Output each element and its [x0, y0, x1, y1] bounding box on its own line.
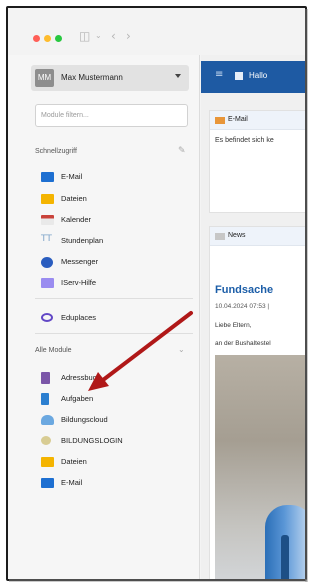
sidebar-item-bildungslogin[interactable]: BILDUNGSLOGIN: [41, 434, 191, 448]
help-icon: [41, 278, 54, 288]
user-selector[interactable]: MM Max Mustermann: [31, 65, 189, 91]
window-titlebar: ◫ ⌄ ‹ ›: [8, 8, 305, 55]
news-icon: [215, 233, 225, 240]
screenshot-frame: ◫ ⌄ ‹ › MM Max Mustermann Module filtern…: [6, 6, 307, 581]
addressbook-icon: [41, 372, 50, 384]
avatar: MM: [35, 69, 54, 87]
folder-icon: [41, 194, 54, 204]
news-line: an der Bushaltestel: [215, 340, 271, 347]
home-icon[interactable]: [235, 72, 243, 80]
all-modules-title: Alle Module: [35, 347, 72, 354]
module-filter-input[interactable]: Module filtern...: [35, 104, 188, 127]
news-line: Liebe Eltern,: [215, 322, 252, 329]
sidebar-item-eduplaces[interactable]: Eduplaces: [41, 311, 191, 325]
sidebar-toggle-icon[interactable]: ◫: [79, 29, 90, 43]
caret-down-icon: [175, 74, 181, 78]
divider: [35, 298, 193, 299]
news-widget-header: News: [210, 227, 305, 246]
mail-icon: [41, 478, 54, 488]
timetable-icon: TT: [41, 234, 52, 244]
news-date: 10.04.2024 07:53 |: [215, 303, 270, 310]
email-widget: E-Mail Es befindet sich ke: [209, 110, 305, 213]
menu-icon[interactable]: ≡: [215, 69, 223, 80]
sidebar-item-help[interactable]: IServ-Hilfe: [41, 276, 191, 290]
sidebar-item-email-module[interactable]: E-Mail: [41, 476, 191, 490]
sidebar-item-files-module[interactable]: Dateien: [41, 455, 191, 469]
news-photo: [215, 355, 305, 579]
mail-icon: [215, 117, 225, 124]
sidebar-item-email[interactable]: E-Mail: [41, 170, 191, 184]
tasks-icon: [41, 393, 49, 405]
news-widget: News Fundsache 10.04.2024 07:53 | Liebe …: [209, 226, 305, 579]
quick-access-title: Schnellzugriff: [35, 148, 77, 155]
sidebar-item-bildungscloud[interactable]: Bildungscloud: [41, 413, 191, 427]
login-icon: [41, 436, 51, 445]
email-widget-title: E-Mail: [228, 116, 248, 123]
sidebar: MM Max Mustermann Module filtern... Schn…: [8, 55, 200, 579]
close-window-button[interactable]: [33, 35, 40, 42]
eduplaces-icon: [41, 313, 53, 322]
sidebar-item-messenger[interactable]: Messenger: [41, 255, 191, 269]
edit-icon[interactable]: ✎: [178, 146, 186, 156]
user-name: Max Mustermann: [61, 73, 123, 82]
main-content: ≡ Hallo E-Mail Es befindet sich ke News …: [201, 55, 305, 579]
top-navigation: ≡ Hallo: [201, 61, 305, 93]
maximize-window-button[interactable]: [55, 35, 62, 42]
sidebar-item-addressbook[interactable]: Adressbuch: [41, 371, 191, 385]
sidebar-item-tasks[interactable]: Aufgaben: [41, 392, 191, 406]
sidebar-item-calendar[interactable]: Kalender: [41, 213, 191, 227]
bottle-shape: [281, 535, 289, 579]
cloud-icon: [41, 415, 54, 425]
chevron-down-icon[interactable]: ⌄: [95, 31, 102, 40]
chevron-down-icon[interactable]: ⌄: [178, 345, 185, 354]
frame-shadow: [9, 579, 307, 582]
minimize-window-button[interactable]: [44, 35, 51, 42]
news-widget-title: News: [228, 232, 246, 239]
sidebar-item-timetable[interactable]: TT Stundenplan: [41, 234, 191, 248]
email-widget-text: Es befindet sich ke: [215, 137, 274, 144]
breadcrumb: Hallo: [249, 71, 268, 80]
forward-icon[interactable]: ›: [126, 29, 131, 43]
mail-icon: [41, 172, 54, 182]
folder-icon: [41, 457, 54, 467]
frame-shadow: [305, 9, 308, 582]
email-widget-header: E-Mail: [210, 111, 305, 130]
back-icon[interactable]: ‹: [111, 29, 116, 43]
news-headline[interactable]: Fundsache: [215, 284, 273, 296]
chat-icon: [41, 257, 53, 268]
sidebar-item-files[interactable]: Dateien: [41, 192, 191, 206]
divider: [35, 333, 193, 334]
calendar-icon: [41, 215, 54, 225]
